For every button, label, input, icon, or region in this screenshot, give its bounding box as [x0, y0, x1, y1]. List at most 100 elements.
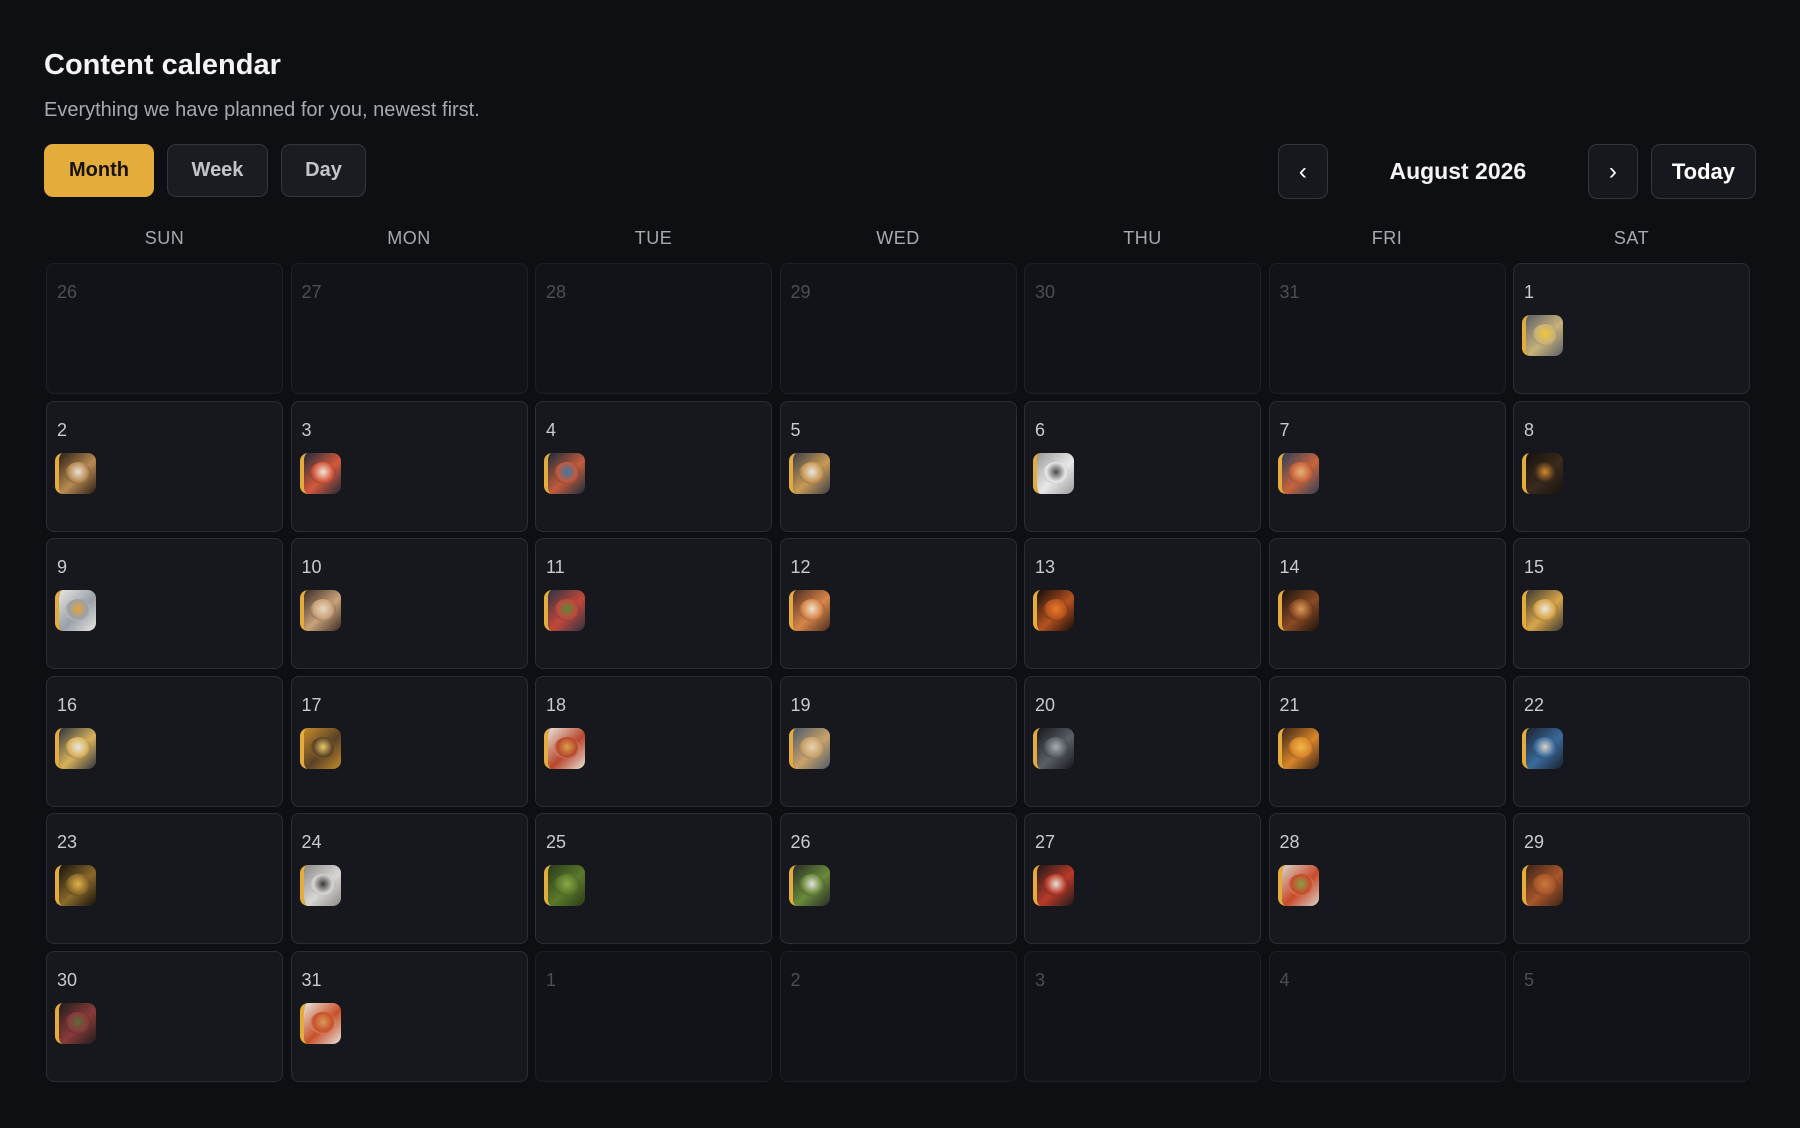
calendar-day[interactable]: 4 — [535, 400, 772, 532]
day-number: 2 — [790, 969, 801, 990]
calendar-day[interactable]: 16 — [46, 675, 283, 807]
plate-shape — [554, 874, 580, 896]
calendar-day[interactable]: 12 — [779, 538, 1017, 669]
day-number: 29 — [790, 282, 811, 302]
calendar-day[interactable]: 17 — [290, 675, 528, 807]
view-week-button[interactable]: Week — [167, 144, 268, 197]
weekday-thu: THU — [1123, 228, 1162, 248]
post-thumbnail[interactable] — [788, 727, 830, 769]
food-photo-icon — [792, 452, 830, 494]
calendar-day[interactable]: 10 — [290, 538, 528, 669]
post-thumbnail[interactable] — [1522, 590, 1563, 631]
day-number: 13 — [1035, 557, 1056, 577]
day-number: 14 — [1279, 557, 1300, 577]
post-thumbnail[interactable] — [544, 590, 585, 631]
calendar-day-outside-month: 28 — [535, 263, 772, 394]
calendar-day[interactable]: 30 — [46, 950, 283, 1082]
calendar-day[interactable]: 3 — [290, 400, 528, 532]
post-thumbnail[interactable] — [788, 865, 830, 906]
post-thumbnail[interactable] — [299, 1002, 341, 1044]
post-thumbnail[interactable] — [1277, 727, 1319, 769]
food-photo-icon — [59, 1002, 96, 1044]
previous-month-button[interactable]: ‹ — [1277, 144, 1328, 199]
calendar-day[interactable]: 26 — [779, 813, 1017, 944]
plate-shape — [65, 599, 91, 621]
post-thumbnail[interactable] — [299, 865, 341, 906]
post-thumbnail[interactable] — [55, 865, 96, 906]
calendar-day[interactable]: 14 — [1268, 538, 1506, 669]
calendar-day[interactable]: 13 — [1024, 538, 1261, 669]
post-thumbnail[interactable] — [1033, 590, 1074, 631]
food-photo-icon — [303, 1002, 341, 1044]
calendar-day[interactable]: 25 — [535, 813, 772, 944]
day-number: 26 — [57, 282, 78, 302]
calendar-day[interactable]: 23 — [46, 813, 283, 944]
calendar-day[interactable]: 28 — [1268, 813, 1506, 944]
post-thumbnail[interactable] — [1522, 727, 1563, 769]
day-number: 28 — [546, 282, 567, 302]
next-month-button[interactable]: › — [1587, 144, 1638, 199]
post-thumbnail[interactable] — [299, 452, 341, 494]
calendar-day[interactable]: 7 — [1268, 400, 1506, 532]
calendar-day[interactable]: 29 — [1513, 813, 1750, 944]
calendar-day[interactable]: 8 — [1513, 400, 1750, 532]
calendar-day-outside-month: 27 — [290, 263, 528, 394]
post-thumbnail[interactable] — [1522, 315, 1563, 356]
calendar-day[interactable]: 2 — [46, 400, 283, 532]
calendar-day[interactable]: 5 — [779, 400, 1017, 532]
food-photo-icon — [548, 727, 585, 769]
calendar-day[interactable]: 21 — [1268, 675, 1506, 807]
food-photo-icon — [548, 452, 585, 494]
calendar-day[interactable]: 24 — [290, 813, 528, 944]
day-number: 18 — [546, 694, 567, 715]
post-thumbnail[interactable] — [544, 452, 585, 494]
food-photo-icon — [1281, 590, 1319, 631]
post-thumbnail[interactable] — [1522, 452, 1563, 494]
post-thumbnail[interactable] — [299, 590, 341, 631]
plate-shape — [309, 599, 336, 621]
post-thumbnail[interactable] — [788, 452, 830, 494]
post-thumbnail[interactable] — [1033, 865, 1074, 906]
today-button[interactable]: Today — [1650, 144, 1756, 199]
calendar-day[interactable]: 31 — [290, 950, 528, 1082]
plate-shape — [1043, 461, 1069, 484]
plate-shape — [309, 461, 336, 484]
post-thumbnail[interactable] — [1277, 590, 1319, 631]
day-number: 4 — [1279, 969, 1290, 990]
post-thumbnail[interactable] — [55, 590, 96, 631]
view-switcher: Month Week Day — [44, 144, 366, 197]
food-photo-icon — [1037, 727, 1074, 769]
weekday-header: SUN MON TUE WED THU FRI SAT — [46, 228, 1754, 249]
calendar-day[interactable]: 27 — [1024, 813, 1261, 944]
post-thumbnail[interactable] — [544, 865, 585, 906]
calendar-day[interactable]: 1 — [1513, 263, 1750, 394]
day-number: 30 — [1035, 282, 1056, 302]
post-thumbnail[interactable] — [1033, 452, 1074, 494]
view-day-button[interactable]: Day — [281, 144, 366, 197]
calendar-day[interactable]: 6 — [1024, 400, 1261, 532]
post-thumbnail[interactable] — [55, 452, 96, 494]
plate-shape — [65, 461, 91, 484]
plate-shape — [798, 599, 825, 621]
post-thumbnail[interactable] — [1033, 727, 1074, 769]
calendar-day[interactable]: 19 — [779, 675, 1017, 807]
calendar-day[interactable]: 18 — [535, 675, 772, 807]
calendar-day[interactable]: 20 — [1024, 675, 1261, 807]
post-thumbnail[interactable] — [1522, 865, 1563, 906]
post-thumbnail[interactable] — [788, 590, 830, 631]
page-subtitle: Everything we have planned for you, newe… — [44, 99, 480, 121]
calendar-day[interactable]: 9 — [46, 538, 283, 669]
day-number: 5 — [790, 419, 801, 440]
calendar-day[interactable]: 22 — [1513, 675, 1750, 807]
calendar-day[interactable]: 15 — [1513, 538, 1750, 669]
plate-shape — [1532, 599, 1558, 621]
post-thumbnail[interactable] — [299, 727, 341, 769]
post-thumbnail[interactable] — [55, 1002, 96, 1044]
plate-shape — [1532, 324, 1558, 346]
view-month-button[interactable]: Month — [44, 144, 154, 197]
post-thumbnail[interactable] — [544, 727, 585, 769]
calendar-day[interactable]: 11 — [535, 538, 772, 669]
post-thumbnail[interactable] — [1277, 865, 1319, 906]
post-thumbnail[interactable] — [55, 727, 96, 769]
post-thumbnail[interactable] — [1277, 452, 1319, 494]
